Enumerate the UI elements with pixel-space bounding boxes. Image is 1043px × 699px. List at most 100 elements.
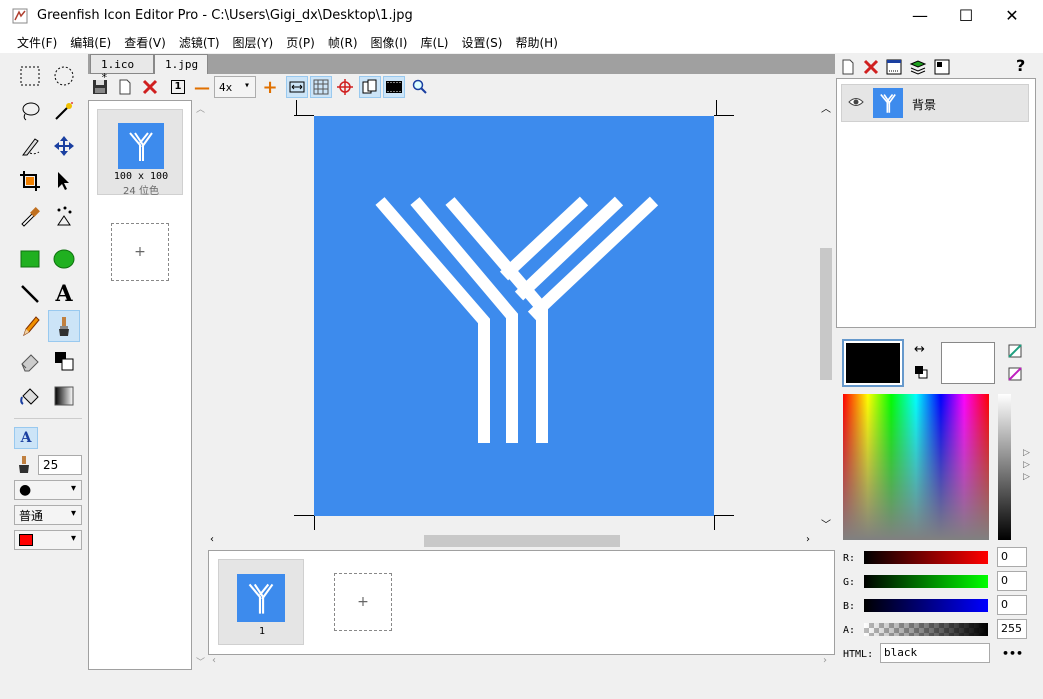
swap-colors-icon[interactable]: ↔ [914,342,925,357]
page-index-icon[interactable]: 1 [167,76,189,98]
menu-image[interactable]: 图像(I) [371,34,408,51]
layer-item[interactable]: 背景 [841,84,1029,122]
lasso-icon[interactable] [14,95,46,127]
scroll-left-icon[interactable]: ‹ [210,534,214,545]
zoom-select[interactable]: 4x ▾ [214,76,256,98]
fill-bucket-icon[interactable] [14,380,46,412]
pencil-icon[interactable] [14,310,46,342]
merge-layers-icon[interactable] [907,56,929,78]
rect-select-icon[interactable] [14,60,46,92]
scroll-up-icon[interactable]: ︿ [196,102,205,115]
menu-layer[interactable]: 图层(Y) [233,34,274,51]
eyedropper-icon[interactable] [14,200,46,232]
canvas-viewport[interactable] [208,100,833,545]
maximize-button[interactable]: ☐ [943,0,989,31]
crosshair-icon[interactable] [334,76,356,98]
new-layer-icon[interactable] [837,56,859,78]
brush-shape-select[interactable]: ● ▾ [14,480,82,500]
scroll-right-icon[interactable]: › [823,655,827,666]
frame-thumbnail[interactable]: 1 [218,559,304,645]
scroll-up-icon[interactable]: ︿ [821,100,831,115]
menu-settings[interactable]: 设置(S) [462,34,503,51]
zoom-out-button[interactable]: — [191,76,213,98]
scroll-right-icon[interactable]: › [806,534,810,545]
brightness-slider[interactable] [998,394,1011,540]
blue-channel-slider[interactable] [864,599,988,612]
brush-icon[interactable] [48,310,80,342]
text-mode-icon[interactable]: A [14,427,38,449]
fill-color-select[interactable]: ▾ [14,530,82,550]
gradient-icon[interactable] [48,380,80,412]
magic-wand-icon[interactable] [48,95,80,127]
secondary-color-well[interactable] [941,342,995,384]
add-page-slot[interactable]: + [111,223,169,281]
vertical-scroll-thumb[interactable] [820,248,832,380]
menu-help[interactable]: 帮助(H) [515,34,557,51]
save-icon[interactable] [89,76,111,98]
tab-1-ico[interactable]: 1.ico * [90,54,154,84]
new-page-icon[interactable] [114,76,136,98]
canvas-vertical-scrollbar[interactable]: ︿ ﹀ [818,100,835,531]
crop-icon[interactable] [14,165,46,197]
alpha-channel-input[interactable]: 255 [997,619,1027,639]
close-button[interactable]: ✕ [989,0,1035,31]
layer-properties-icon[interactable] [883,56,905,78]
page-list-scrollbar[interactable]: ︿ ﹀ [194,100,206,670]
clone-icon[interactable] [48,345,80,377]
invert-color-icon[interactable] [1008,367,1022,384]
expand-picker-icon[interactable]: ▷ ▷ ▷ [1023,447,1030,483]
move-icon[interactable] [48,130,80,162]
scroll-down-icon[interactable]: ﹀ [196,655,205,668]
menu-library[interactable]: 库(L) [420,34,448,51]
red-channel-input[interactable]: 0 [997,547,1027,567]
tile-view-icon[interactable] [359,76,381,98]
canvas-horizontal-scrollbar[interactable]: ‹ › [208,533,818,550]
help-icon[interactable]: ? [1016,56,1025,75]
minimize-button[interactable]: — [897,0,943,31]
menu-edit[interactable]: 编辑(E) [70,34,111,51]
blue-channel-input[interactable]: 0 [997,595,1027,615]
menu-frame[interactable]: 帧(R) [328,34,358,51]
red-channel-slider[interactable] [864,551,988,564]
delete-page-icon[interactable] [139,76,161,98]
film-strip-icon[interactable] [383,76,405,98]
menu-file[interactable]: 文件(F) [17,34,57,51]
delete-layer-icon[interactable] [860,56,882,78]
scroll-down-icon[interactable]: ﹀ [821,516,831,531]
fit-width-icon[interactable] [286,76,308,98]
brush-size-input[interactable]: 25 [38,455,82,475]
ellipse-select-icon[interactable] [48,60,80,92]
eye-icon[interactable] [848,96,864,111]
menu-filter[interactable]: 滤镜(T) [179,34,220,51]
transparent-color-icon[interactable] [1008,344,1022,361]
ellipse-icon[interactable] [48,243,80,275]
rectangle-icon[interactable] [14,243,46,275]
frame-list-scrollbar[interactable]: ‹ › [208,655,835,667]
green-channel-input[interactable]: 0 [997,571,1027,591]
menu-page[interactable]: 页(P) [286,34,315,51]
blend-mode-select[interactable]: 普通 ▾ [14,505,82,525]
more-options-button[interactable]: ••• [1002,647,1023,660]
shape-spray-icon[interactable] [48,200,80,232]
line-icon[interactable] [14,278,46,310]
search-icon[interactable] [409,76,431,98]
pointer-icon[interactable] [48,165,80,197]
text-icon[interactable]: A [48,278,80,310]
flatten-icon[interactable] [931,56,953,78]
eraser-icon[interactable] [14,345,46,377]
add-frame-slot[interactable]: + [334,573,392,631]
primary-color-well[interactable] [842,339,904,387]
tab-1-jpg[interactable]: 1.jpg [154,54,208,74]
grid-icon[interactable] [310,76,332,98]
reset-colors-icon[interactable] [914,365,928,382]
page-thumbnail[interactable]: 100 x 100 24 位色 [97,109,183,197]
canvas-image[interactable] [314,116,714,516]
horizontal-scroll-thumb[interactable] [424,535,620,547]
menu-view[interactable]: 查看(V) [124,34,166,51]
hue-saturation-picker[interactable] [843,394,989,540]
zoom-in-button[interactable]: + [259,76,281,98]
html-color-input[interactable]: black [880,643,990,663]
alpha-channel-slider[interactable] [864,623,988,636]
green-channel-slider[interactable] [864,575,988,588]
freehand-icon[interactable] [14,130,46,162]
